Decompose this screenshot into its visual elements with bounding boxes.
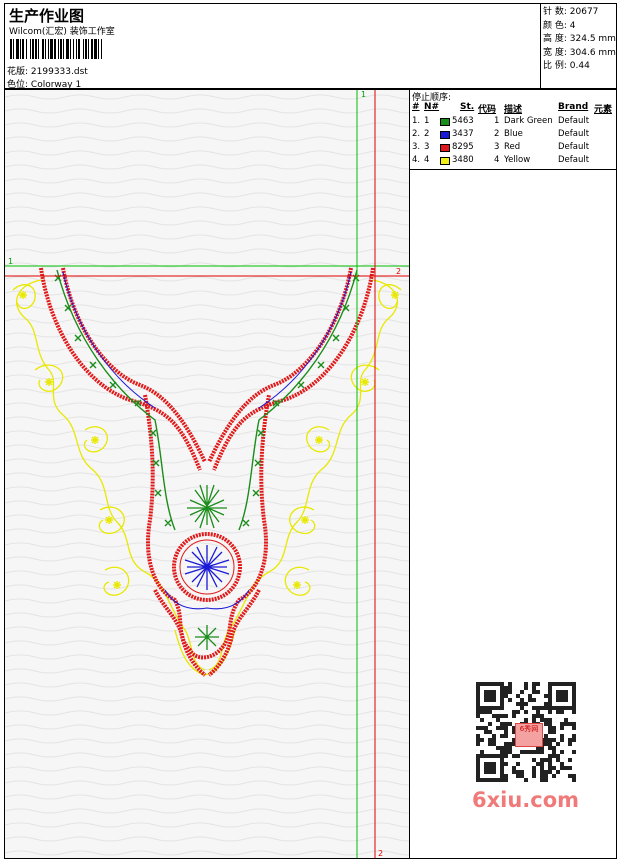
stat-width-value: 304.6 mm	[569, 47, 616, 58]
stat-stitches-value: 20677	[569, 7, 599, 17]
embroidery-preview: 1 1 2 2	[5, 90, 409, 858]
stat-colors-label: 颜 色:	[543, 20, 567, 31]
row-description: Dark Green	[504, 116, 553, 126]
col-brand: Brand	[558, 102, 589, 112]
stat-height-label: 高 度:	[543, 34, 567, 44]
table-row[interactable]: 3. 3 8295 3 Red Default	[410, 142, 616, 155]
stats-panel: 针 数: 20677 颜 色: 4 高 度: 324.5 mm 宽 度: 304…	[543, 6, 616, 74]
color-swatch	[440, 157, 450, 165]
stat-colors: 颜 色: 4	[543, 20, 616, 34]
green-bottom-flower	[195, 625, 219, 650]
design-label: 花版:	[7, 67, 29, 77]
col-no: N#	[424, 102, 440, 112]
row-no: 4	[424, 155, 430, 165]
stat-scale-label: 比 例:	[543, 61, 567, 71]
row-code: 2	[494, 129, 500, 139]
barcode-icon	[10, 39, 102, 59]
production-sheet: 生产作业图 Wilcom(汇宏) 装饰工作室 花版: 2199333.dst 色…	[0, 0, 620, 861]
design-value: 2199333.dst	[30, 67, 88, 77]
guide-label-v-green: 1	[361, 90, 366, 99]
stat-colors-value: 4	[569, 20, 576, 31]
header-panel: 生产作业图 Wilcom(汇宏) 装饰工作室 花版: 2199333.dst 色…	[4, 3, 617, 90]
legend-rows: 1. 1 5463 1 Dark Green Default 2. 2 3437…	[410, 116, 616, 168]
row-stitches: 3480	[452, 155, 474, 165]
guide-label-v-red: 2	[378, 849, 383, 858]
design-canvas[interactable]: 1 1 2 2	[4, 89, 410, 859]
color-swatch	[440, 118, 450, 126]
row-code: 3	[494, 142, 500, 152]
stat-stitches-label: 针 数:	[543, 7, 567, 17]
watermark-text: 6xiu.com	[472, 788, 580, 812]
color-swatch	[440, 144, 450, 152]
row-stitches: 5463	[452, 116, 474, 126]
row-brand: Default	[558, 129, 590, 139]
col-description: 描述	[504, 105, 523, 115]
header-divider	[540, 4, 541, 88]
row-num: 2.	[412, 129, 421, 139]
col-stitches: St.	[460, 102, 475, 112]
row-description: Blue	[504, 129, 523, 139]
row-code: 4	[494, 155, 500, 165]
table-row[interactable]: 1. 1 5463 1 Dark Green Default	[410, 116, 616, 129]
row-no: 3	[424, 142, 430, 152]
design-file-row: 花版: 2199333.dst	[7, 64, 88, 77]
row-description: Red	[504, 142, 521, 152]
row-num: 1.	[412, 116, 421, 126]
col-code: 代码	[478, 105, 497, 115]
row-stitches: 8295	[452, 142, 474, 152]
stat-width: 宽 度: 304.6 mm	[543, 47, 616, 61]
row-brand: Default	[558, 155, 590, 165]
company-name: Wilcom(汇宏) 装饰工作室	[9, 27, 115, 37]
stat-stitches: 针 数: 20677	[543, 6, 616, 20]
row-code: 1	[494, 116, 500, 126]
guide-label-h-red: 2	[396, 267, 401, 276]
page-title: 生产作业图	[9, 7, 85, 25]
row-brand: Default	[558, 116, 590, 126]
row-no: 1	[424, 116, 430, 126]
stat-scale-value: 0.44	[569, 61, 590, 71]
row-num: 4.	[412, 155, 421, 165]
stat-scale: 比 例: 0.44	[543, 60, 616, 74]
legend-divider	[410, 169, 616, 170]
fabric-background	[5, 90, 409, 858]
guide-label-h-green: 1	[8, 257, 13, 266]
col-num: #	[412, 102, 420, 112]
stat-height-value: 324.5 mm	[569, 34, 616, 44]
col-element: 元素	[594, 105, 613, 115]
color-swatch	[440, 131, 450, 139]
row-no: 2	[424, 129, 430, 139]
table-row[interactable]: 2. 2 3437 2 Blue Default	[410, 129, 616, 142]
qr-seal-logo: 6秀网	[515, 723, 543, 747]
stat-width-label: 宽 度:	[543, 47, 567, 58]
row-brand: Default	[558, 142, 590, 152]
stat-height: 高 度: 324.5 mm	[543, 33, 616, 47]
row-num: 3.	[412, 142, 421, 152]
row-stitches: 3437	[452, 129, 474, 139]
table-row[interactable]: 4. 4 3480 4 Yellow Default	[410, 155, 616, 168]
row-description: Yellow	[504, 155, 531, 165]
